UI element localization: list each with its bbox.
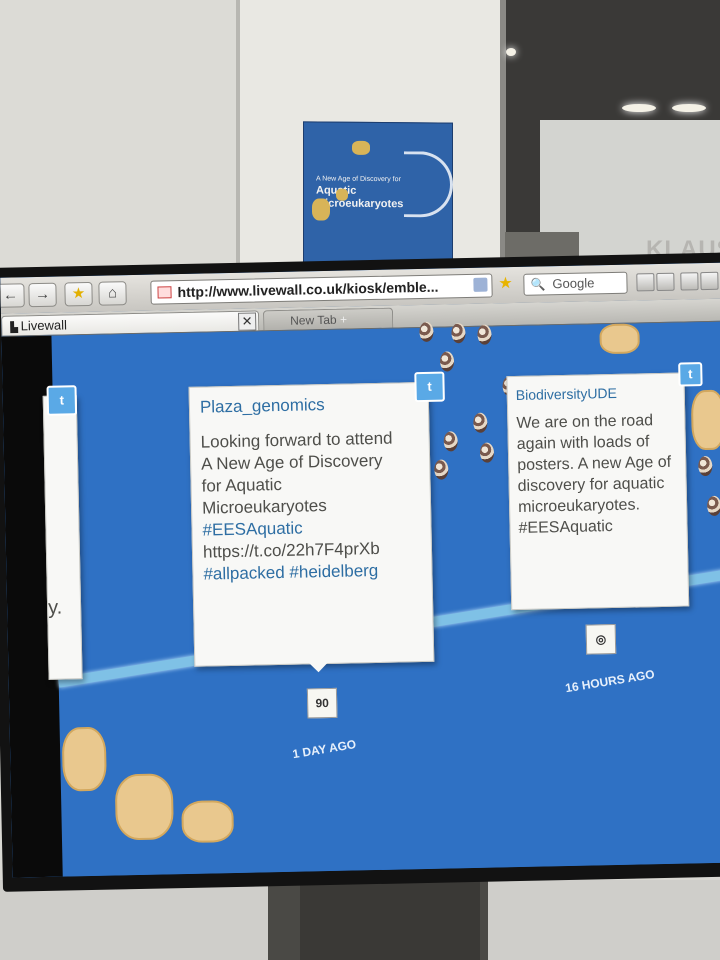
decor-diatom	[479, 442, 495, 463]
room-wall-left	[0, 0, 240, 300]
search-icon: 🔍	[530, 277, 546, 292]
twitter-icon: t	[678, 362, 703, 387]
time-marker[interactable]: 90	[306, 687, 338, 719]
livewall-page: y. t Plaza_genomics Looking forward to a…	[1, 321, 720, 878]
tweet-line: A New Age of Discovery	[200, 450, 383, 474]
ceiling-light	[672, 104, 706, 112]
decor-blob	[690, 389, 720, 451]
decor-diatom	[698, 455, 713, 477]
poster-title-line: Aquatic Microeukaryotes	[316, 184, 404, 211]
decor-blob	[181, 800, 235, 844]
search-placeholder: Google	[552, 275, 595, 292]
tab-new-tab[interactable]: New Tab +	[262, 307, 394, 331]
tweet-card-partial[interactable]: y.	[42, 395, 83, 680]
tweet-line: discovery for aquatic	[517, 474, 665, 495]
decor-diatom	[473, 412, 488, 433]
decor-diatom	[706, 495, 720, 517]
tab-label: New Tab	[290, 312, 337, 328]
poster-dot	[336, 188, 348, 201]
zoom-icon[interactable]	[636, 273, 655, 292]
decor-diatom	[443, 431, 458, 452]
url-text: http://www.livewall.co.uk/kiosk/emble...	[177, 278, 439, 301]
decor-blob	[61, 726, 107, 792]
time-label: 1 DAY AGO	[291, 737, 358, 762]
tweet-pointer	[308, 662, 329, 673]
decor-diatom	[419, 321, 434, 343]
tv-bezel: ← → ★ ⌂ http://www.livewall.co.uk/kiosk/…	[0, 252, 720, 892]
ceiling-light	[506, 48, 516, 56]
page-icon	[157, 286, 172, 299]
window-icon[interactable]	[680, 272, 699, 291]
bookmark-button[interactable]: ★	[64, 281, 93, 307]
time-marker[interactable]: ◎	[585, 623, 617, 655]
tweet-user[interactable]: BiodiversityUDE	[516, 385, 617, 403]
tweet-hashtags[interactable]: #allpacked #heidelberg	[203, 560, 395, 586]
twitter-icon: t	[414, 371, 445, 403]
tweet-card[interactable]: BiodiversityUDE We are on the road again…	[506, 372, 690, 611]
back-button[interactable]: ←	[0, 283, 25, 308]
close-tab-button[interactable]: ✕	[237, 312, 257, 331]
ceiling-light	[622, 104, 656, 112]
tv-screen: ← → ★ ⌂ http://www.livewall.co.uk/kiosk/…	[0, 262, 720, 878]
decor-diatom	[434, 459, 449, 480]
poster-dot	[312, 198, 330, 221]
forward-button[interactable]: →	[28, 282, 57, 308]
page-tools-icon[interactable]	[656, 272, 675, 292]
tweet-text: We are on the road again with loads of p…	[516, 410, 672, 539]
home-button[interactable]: ⌂	[98, 281, 127, 306]
room-pillar-edge	[236, 0, 240, 300]
time-label: 16 HOURS AGO	[564, 666, 656, 696]
search-input[interactable]: 🔍 Google	[523, 271, 628, 296]
tweet-hashtag[interactable]: #EESAquatic	[518, 515, 672, 539]
decor-diatom	[451, 323, 466, 344]
poster-dot	[352, 140, 370, 155]
tweet-text-fragment: y.	[47, 596, 63, 619]
forward-arrow-icon: →	[34, 285, 51, 304]
add-tab-icon[interactable]: +	[340, 313, 347, 327]
url-bar[interactable]: http://www.livewall.co.uk/kiosk/emble...	[150, 273, 493, 305]
settings-icon[interactable]	[700, 271, 719, 291]
twitter-icon: t	[46, 385, 78, 416]
star-icon: ★	[71, 285, 86, 303]
tweet-text: Looking forward to attend A New Age of D…	[200, 428, 395, 586]
tweet-card[interactable]: Plaza_genomics Looking forward to attend…	[188, 381, 435, 667]
rss-icon[interactable]	[473, 277, 488, 292]
back-arrow-icon: ←	[2, 286, 19, 304]
bookmark-star-icon[interactable]: ★	[498, 275, 514, 292]
tab-label: Livewall	[20, 317, 68, 334]
home-icon: ⌂	[107, 284, 118, 302]
decor-blob	[114, 773, 175, 841]
decor-diatom	[439, 351, 455, 372]
tweet-user[interactable]: Plaza_genomics	[200, 395, 325, 418]
decor-diatom	[477, 324, 492, 345]
decor-blob	[599, 323, 640, 355]
